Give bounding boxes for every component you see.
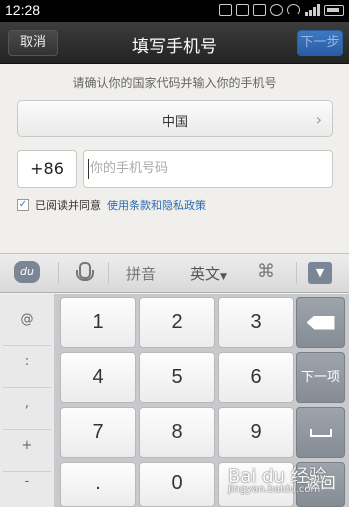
country-name: 中国 <box>161 115 188 130</box>
watermark-url: jingyan.baidu.com <box>228 484 321 495</box>
key-9[interactable]: 9 <box>218 407 294 458</box>
status-time: 12:28 <box>5 2 41 18</box>
backspace-icon <box>306 315 335 330</box>
keyboard-toolbar: du 拼音 英文▼ ⌘ ▼ <box>0 253 349 293</box>
english-mode[interactable]: 英文▼ <box>190 263 227 284</box>
status-icons <box>219 4 344 16</box>
status-bar: 12:28 <box>0 0 349 22</box>
title-bar: 取消 填写手机号 下一步 <box>0 22 349 64</box>
chevron-right-icon: › <box>315 110 322 129</box>
key-1[interactable]: 1 <box>60 297 136 348</box>
next-step-button[interactable]: 下一步 <box>297 30 343 56</box>
phone-number-input[interactable]: 你的手机号码 <box>83 150 333 188</box>
key-7[interactable]: 7 <box>60 407 136 458</box>
watermark: Bai du 经验 jingyan.baidu.com <box>228 462 327 495</box>
backspace-key[interactable] <box>296 297 345 348</box>
baidu-logo-icon[interactable]: du <box>14 261 40 283</box>
collapse-keyboard-icon[interactable]: ▼ <box>308 262 332 284</box>
signal-icon <box>304 4 320 16</box>
key-dot[interactable]: . <box>60 462 136 507</box>
sms-icon <box>236 4 249 16</box>
mic-icon[interactable] <box>76 262 94 284</box>
key-0[interactable]: 0 <box>139 462 215 507</box>
scan-icon <box>219 4 232 16</box>
key-5[interactable]: 5 <box>139 352 215 403</box>
space-icon <box>309 428 332 437</box>
alarm-icon <box>270 4 283 16</box>
key-3[interactable]: 3 <box>218 297 294 348</box>
symbol-key-minus[interactable]: - <box>3 462 51 507</box>
instruction-text: 请确认你的国家代码并输入你的手机号 <box>72 76 277 90</box>
terms-link[interactable]: 使用条款和隐私政策 <box>107 197 206 213</box>
next-field-key[interactable]: 下一项 <box>296 352 345 403</box>
chat-icon <box>253 4 266 16</box>
space-key[interactable] <box>296 407 345 458</box>
grid-icon[interactable]: ⌘ <box>257 261 275 282</box>
agree-checkbox[interactable]: ✓ <box>17 199 29 211</box>
pinyin-mode[interactable]: 拼音 <box>126 263 156 284</box>
terms-agreement: ✓ 已阅读并同意 使用条款和隐私政策 <box>17 197 206 213</box>
key-6[interactable]: 6 <box>218 352 294 403</box>
symbol-column: @ : , + - <box>0 294 54 507</box>
key-8[interactable]: 8 <box>139 407 215 458</box>
key-2[interactable]: 2 <box>139 297 215 348</box>
agree-text: 已阅读并同意 <box>35 199 101 212</box>
battery-icon <box>324 4 344 16</box>
key-4[interactable]: 4 <box>60 352 136 403</box>
country-selector[interactable]: 中国 › <box>17 100 333 137</box>
country-code-field[interactable]: +86 <box>17 150 77 188</box>
wifi-icon <box>287 4 300 16</box>
